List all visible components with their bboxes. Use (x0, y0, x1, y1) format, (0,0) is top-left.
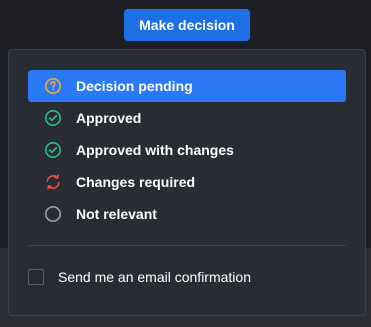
decision-option-not-relevant[interactable]: Not relevant (28, 198, 346, 230)
check-circle-icon (44, 141, 62, 159)
decision-option-label: Approved with changes (76, 142, 234, 158)
page: Make decision Decision pending Approved … (0, 0, 371, 327)
help-circle-icon (44, 77, 62, 95)
decision-option-label: Not relevant (76, 206, 157, 222)
divider (28, 245, 346, 246)
make-decision-button[interactable]: Make decision (124, 9, 250, 41)
decision-popover: Decision pending Approved Approved with … (8, 49, 366, 316)
check-circle-icon (44, 109, 62, 127)
decision-option-approved[interactable]: Approved (28, 102, 346, 134)
decision-option-pending[interactable]: Decision pending (28, 70, 346, 102)
decision-option-list: Decision pending Approved Approved with … (28, 70, 346, 230)
decision-option-label: Decision pending (76, 78, 193, 94)
decision-option-label: Approved (76, 110, 142, 126)
email-confirmation-row[interactable]: Send me an email confirmation (28, 267, 251, 287)
empty-circle-icon (44, 205, 62, 223)
decision-option-label: Changes required (76, 174, 196, 190)
refresh-arrows-icon (44, 173, 62, 191)
email-confirmation-label: Send me an email confirmation (58, 269, 251, 285)
decision-option-approved-with-changes[interactable]: Approved with changes (28, 134, 346, 166)
email-confirmation-checkbox[interactable] (28, 269, 44, 285)
decision-option-changes-required[interactable]: Changes required (28, 166, 346, 198)
